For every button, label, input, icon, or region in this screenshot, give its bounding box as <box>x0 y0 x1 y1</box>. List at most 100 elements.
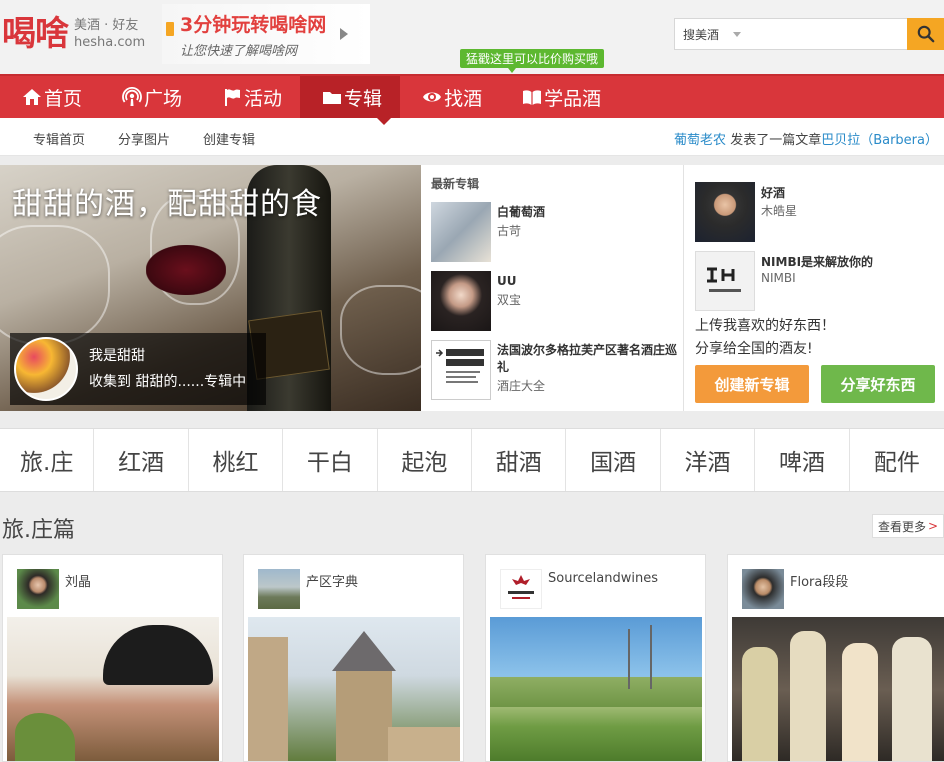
user-panel: 好酒 木皓星 NIMBI是来解放你的 NIMBI 上传我喜欢的好东西！ 分享给全… <box>684 165 944 411</box>
album-author[interactable]: 双宝 <box>497 291 521 308</box>
category-tab[interactable]: 配件 <box>850 429 944 491</box>
cellar-door-logo <box>436 349 484 383</box>
search-input[interactable] <box>751 22 901 46</box>
promo-banner[interactable]: 3分钟玩转喝啥网 让您快速了解喝啥网 <box>162 4 370 64</box>
promo-subtitle: 让您快速了解喝啥网 <box>180 44 298 59</box>
list-item[interactable]: NIMBI是来解放你的 NIMBI <box>695 251 935 311</box>
play-arrow-icon <box>340 28 348 40</box>
album-author[interactable]: 古苛 <box>497 222 521 239</box>
chateau-tower-image <box>336 667 392 761</box>
category-tab[interactable]: 起泡 <box>378 429 473 491</box>
list-item[interactable]: 白葡萄酒 古苛 <box>431 202 681 262</box>
hillside-image <box>490 677 702 707</box>
category-tab[interactable]: 甜酒 <box>472 429 567 491</box>
featured-collector-card[interactable]: 我是甜甜 收集到 甜甜的......专辑中 <box>10 333 266 405</box>
album-author[interactable]: 酒庄大全 <box>497 377 545 394</box>
logo-glyph: 喝啥 <box>2 14 69 54</box>
category-tab[interactable]: 洋酒 <box>661 429 756 491</box>
activity-user-link[interactable]: 葡萄老农 <box>674 133 726 148</box>
album-thumbnail[interactable] <box>431 202 491 262</box>
album-thumbnail[interactable] <box>431 340 491 400</box>
create-album-button[interactable]: 创建新专辑 <box>695 365 809 403</box>
card-image[interactable] <box>490 617 702 761</box>
nav-plaza[interactable]: 广场 <box>100 76 200 118</box>
nimbi-logo <box>707 267 741 292</box>
subnav-create-album[interactable]: 创建专辑 <box>203 129 255 148</box>
album-card[interactable]: Sourcelandwines <box>485 554 706 762</box>
album-thumbnail[interactable] <box>431 271 491 331</box>
avatar[interactable] <box>17 569 59 609</box>
nav-learn-tasting[interactable]: 学品酒 <box>500 76 619 118</box>
share-item-button[interactable]: 分享好东西 <box>821 365 935 403</box>
nav-albums[interactable]: 专辑 <box>300 76 401 118</box>
latest-albums-heading: 最新专辑 <box>431 177 480 191</box>
caret-down-icon[interactable] <box>733 32 741 37</box>
avatar[interactable] <box>14 337 78 401</box>
nav-label: 专辑 <box>344 87 383 110</box>
wine-bottle-image <box>742 647 778 761</box>
subnav-albums-home[interactable]: 专辑首页 <box>33 129 85 148</box>
card-image[interactable] <box>7 617 219 761</box>
card-user-name[interactable]: Flora段段 <box>790 571 848 590</box>
red-wine-image <box>146 245 226 295</box>
card-user-name[interactable]: 刘晶 <box>65 571 91 590</box>
avatar[interactable] <box>695 251 755 311</box>
nav-label: 首页 <box>44 87 83 110</box>
album-title[interactable]: 白葡萄酒 <box>497 204 677 221</box>
card-image[interactable] <box>732 617 944 761</box>
category-tab[interactable]: 国酒 <box>566 429 661 491</box>
activity-action: 发表了一篇文章 <box>726 133 822 148</box>
album-card[interactable]: Flora段段 <box>727 554 944 762</box>
subnav-share-image[interactable]: 分享图片 <box>118 129 170 148</box>
category-tab[interactable]: 桃红 <box>189 429 284 491</box>
nav-home[interactable]: 首页 <box>0 76 100 118</box>
nav-find-wine[interactable]: 找酒 <box>400 76 500 118</box>
list-item[interactable]: 法国波尔多格拉芙产区著名酒庄巡礼 酒庄大全 <box>431 340 681 400</box>
site-logo[interactable]: 喝啥 美酒 · 好友 hesha.com <box>2 14 145 54</box>
section-title: 旅.庄篇 <box>2 518 75 543</box>
upload-line-2: 分享给全国的酒友! <box>695 341 813 357</box>
logo-tagline: 美酒 · 好友 <box>74 18 139 33</box>
card-user-name[interactable]: Sourcelandwines <box>548 571 658 586</box>
activity-feed: 葡萄老农 发表了一篇文章巴贝拉（Barbera） <box>674 129 938 148</box>
cap-image <box>103 625 213 685</box>
card-image[interactable] <box>248 617 460 761</box>
album-card[interactable]: 刘晶 <box>2 554 223 762</box>
user-name[interactable]: NIMBI是来解放你的 <box>761 253 873 270</box>
search-button[interactable] <box>907 18 944 50</box>
avatar[interactable] <box>742 569 784 609</box>
avatar[interactable] <box>258 569 300 609</box>
see-more-label: 查看更多 <box>877 519 926 534</box>
featured-title: 甜甜的酒，配甜甜的食 <box>12 187 322 222</box>
nav-events[interactable]: 活动 <box>200 76 300 118</box>
avatar[interactable] <box>500 569 542 609</box>
folder-icon <box>323 92 342 104</box>
book-icon <box>523 90 542 105</box>
see-more-button[interactable]: 查看更多 > <box>872 514 944 538</box>
upload-prompt: 上传我喜欢的好东西！ 分享给全国的酒友! <box>695 315 835 361</box>
activity-article-link[interactable]: 巴贝拉（Barbera） <box>821 133 938 148</box>
category-tab[interactable]: 啤酒 <box>755 429 850 491</box>
user-name[interactable]: 好酒 <box>761 184 785 201</box>
main-nav: 首页 广场 活动 专辑 找酒 学品酒 <box>0 74 944 118</box>
nav-label: 广场 <box>144 87 183 110</box>
search-bar: 搜美酒 <box>674 18 944 50</box>
album-title[interactable]: UU <box>497 273 677 290</box>
category-tab[interactable]: 干白 <box>283 429 378 491</box>
price-compare-tooltip[interactable]: 猛戳这里可以比价购买哦 <box>460 49 605 73</box>
category-tab[interactable]: 红酒 <box>94 429 189 491</box>
eye-icon <box>423 92 442 102</box>
list-item[interactable]: UU 双宝 <box>431 271 681 331</box>
card-user-name[interactable]: 产区字典 <box>306 571 358 590</box>
search-scope-select[interactable]: 搜美酒 <box>683 26 719 43</box>
list-item[interactable]: 好酒 木皓星 <box>695 182 935 242</box>
latest-albums-panel: 最新专辑 白葡萄酒 古苛 UU 双宝 法国波尔多格拉芙产区著名酒庄巡礼 酒庄大全 <box>421 165 684 411</box>
user-subtitle: 木皓星 <box>761 204 798 218</box>
album-card[interactable]: 产区字典 <box>243 554 464 762</box>
podcast-icon <box>122 87 142 106</box>
category-tab[interactable]: 旅.庄 <box>0 429 95 491</box>
featured-album-banner[interactable]: 甜甜的酒，配甜甜的食 我是甜甜 收集到 甜甜的......专辑中 <box>0 165 421 411</box>
album-title[interactable]: 法国波尔多格拉芙产区著名酒庄巡礼 <box>497 342 677 376</box>
power-tower-image <box>628 629 630 689</box>
avatar[interactable] <box>695 182 755 242</box>
